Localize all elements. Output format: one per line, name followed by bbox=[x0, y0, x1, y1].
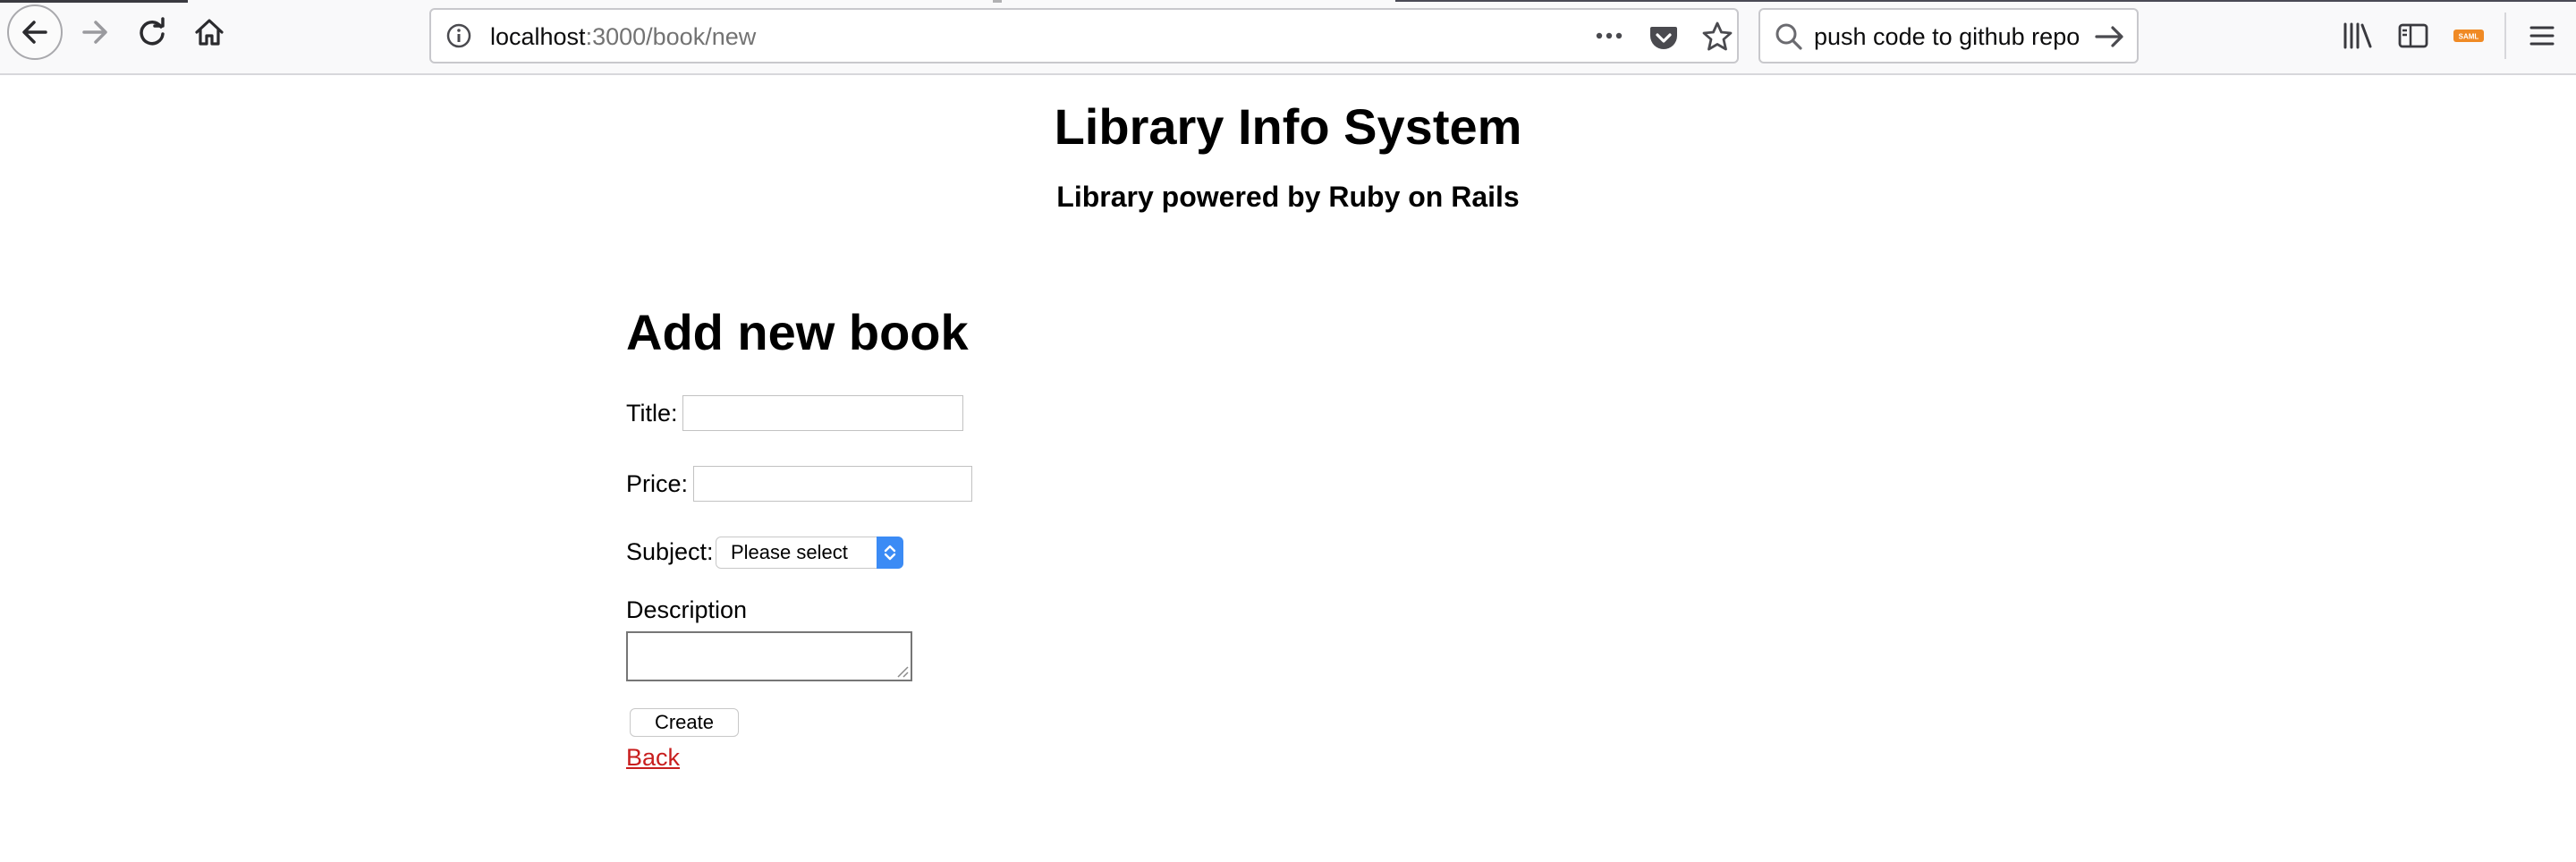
hamburger-menu-icon bbox=[2529, 26, 2555, 46]
home-button[interactable] bbox=[190, 13, 229, 52]
forward-arrow-icon bbox=[82, 21, 107, 44]
subject-select[interactable]: Please select bbox=[716, 537, 903, 569]
pocket-icon[interactable] bbox=[1648, 21, 1680, 53]
reload-icon bbox=[140, 17, 165, 46]
title-input[interactable] bbox=[682, 395, 963, 431]
back-arrow-icon bbox=[22, 21, 47, 44]
saml-icon: SAML bbox=[2453, 30, 2484, 42]
forward-button[interactable] bbox=[75, 13, 114, 52]
create-button[interactable]: Create bbox=[630, 708, 739, 737]
toolbar-separator bbox=[2504, 13, 2506, 59]
select-arrows-icon bbox=[877, 537, 903, 569]
tab-strip-edge bbox=[1395, 0, 2576, 2]
reload-button[interactable] bbox=[132, 13, 172, 52]
description-label: Description bbox=[626, 596, 748, 623]
library-button[interactable] bbox=[2340, 18, 2376, 54]
title-label: Title: bbox=[626, 400, 678, 427]
go-arrow-icon[interactable] bbox=[2093, 21, 2127, 53]
more-dots-icon[interactable] bbox=[1594, 22, 1624, 49]
site-subtitle: Library powered by Ruby on Rails bbox=[1056, 181, 1520, 213]
subject-label: Subject: bbox=[626, 538, 714, 565]
home-icon bbox=[195, 19, 224, 46]
url-bar[interactable]: localhost:3000/book/new bbox=[429, 8, 1739, 63]
url-path: :3000/book/new bbox=[585, 23, 757, 50]
info-icon[interactable] bbox=[445, 22, 472, 49]
price-label: Price: bbox=[626, 470, 689, 497]
sidebar-button[interactable] bbox=[2395, 18, 2431, 54]
tab-strip-edge bbox=[993, 0, 1002, 3]
search-input[interactable]: push code to github repo bbox=[1814, 22, 2082, 51]
saml-extension-button[interactable]: SAML bbox=[2451, 18, 2487, 54]
saml-badge-text: SAML bbox=[2459, 33, 2479, 41]
sidebar-icon bbox=[2398, 23, 2428, 48]
search-icon bbox=[1775, 23, 1802, 50]
back-button[interactable] bbox=[7, 4, 63, 60]
browser-toolbar: localhost:3000/book/new push code to git… bbox=[0, 0, 2576, 75]
back-link[interactable]: Back bbox=[626, 742, 680, 773]
description-textarea[interactable] bbox=[626, 631, 912, 681]
library-icon bbox=[2343, 22, 2372, 49]
resize-grip-icon[interactable] bbox=[894, 663, 909, 678]
menu-button[interactable] bbox=[2524, 18, 2560, 54]
search-bar[interactable]: push code to github repo bbox=[1758, 8, 2139, 63]
url-text[interactable]: localhost:3000/book/new bbox=[490, 22, 756, 51]
subject-selected-value: Please select bbox=[731, 541, 848, 563]
url-host: localhost bbox=[490, 23, 586, 50]
tab-strip-edge bbox=[0, 0, 188, 3]
price-input[interactable] bbox=[693, 466, 972, 502]
site-title: Library Info System bbox=[1054, 98, 1522, 155]
page-heading: Add new book bbox=[626, 304, 969, 360]
star-icon[interactable] bbox=[1701, 21, 1733, 53]
